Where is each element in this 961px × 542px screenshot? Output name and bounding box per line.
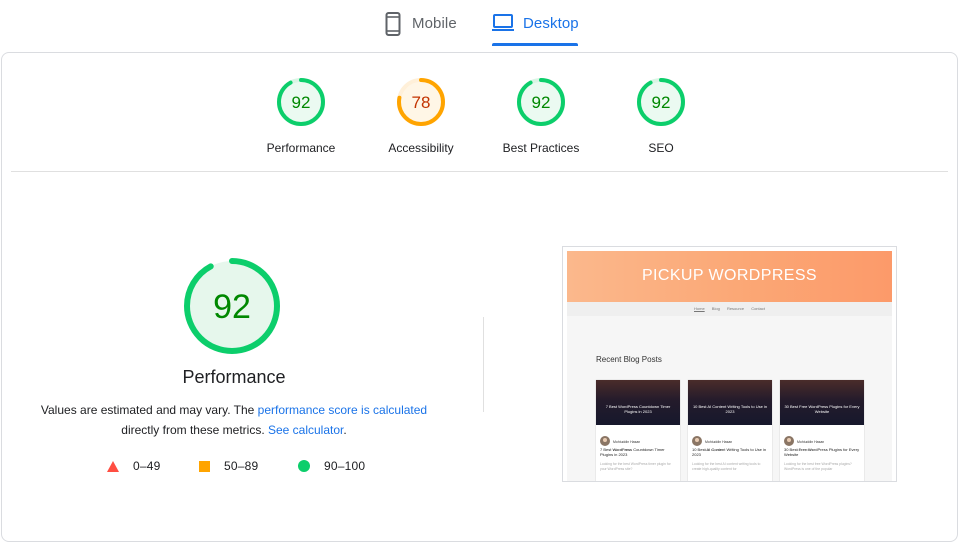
gauge-best-practices[interactable]: 92 Best Practices — [481, 77, 601, 155]
gauge-score: 92 — [652, 93, 671, 112]
tab-desktop-label: Desktop — [523, 15, 579, 32]
tab-mobile-label: Mobile — [412, 15, 457, 32]
post-heading: 30 Best Free WordPress Plugins for Every… — [784, 447, 860, 457]
post-card: 30 Best Free WordPress Plugins for Every… — [780, 380, 864, 481]
performance-title: Performance — [182, 367, 286, 387]
section-title: Recent Blog Posts — [596, 355, 662, 364]
post-image: 7 Best WordPress Countdown Timer Plugins… — [596, 380, 680, 425]
post-heading: 10 Best AI Content Writing Tools to Use … — [692, 447, 767, 457]
legend-average: 50–89 — [199, 459, 258, 473]
score-ring: 92 — [637, 78, 685, 126]
legend-fail: 0–49 — [107, 459, 161, 473]
laptop-icon — [492, 14, 514, 31]
legend-range: 50–89 — [224, 459, 259, 473]
performance-gauge-large: 92 — [182, 256, 282, 361]
author-name: Mohiuddin Hasan — [613, 440, 641, 444]
avatar — [692, 436, 702, 446]
menu-item: Contact — [751, 306, 765, 311]
red-triangle-icon — [107, 460, 119, 472]
score-ring: 92 — [517, 78, 565, 126]
gauge-score: 78 — [412, 93, 431, 112]
post-image-title: 7 Best WordPress Countdown Timer Plugins… — [605, 404, 671, 414]
post-image-title: 10 Best AI Content Writing Tools to Use … — [692, 404, 768, 414]
post-image: 30 Best Free WordPress Plugins for Every… — [780, 380, 864, 425]
tab-desktop[interactable]: Desktop — [492, 8, 579, 48]
see-calculator-link[interactable]: See calculator — [268, 423, 343, 437]
orange-square-icon — [199, 460, 210, 472]
desc-text-2: directly from these metrics. — [121, 423, 268, 437]
menu-item: Resource — [726, 306, 745, 311]
final-screenshot[interactable]: PICKUP WORDPRESS Home Blog Resource Cont… — [562, 246, 897, 482]
desc-suffix: . — [343, 423, 347, 437]
score-ring-large: 92 — [184, 258, 280, 354]
tab-mobile[interactable]: Mobile — [385, 8, 457, 48]
post-excerpt: Looking for the best AI content writing … — [692, 462, 761, 471]
post-image: 10 Best AI Content Writing Tools to Use … — [688, 380, 772, 425]
gauge-label: Performance — [266, 141, 336, 155]
site-title: PICKUP WORDPRESS — [641, 267, 818, 284]
gauge-performance[interactable]: 92 Performance — [241, 77, 361, 155]
post-excerpt: Looking for the best WordPress timer plu… — [600, 462, 671, 471]
gauge-score: 92 — [532, 93, 551, 112]
post-heading: 7 Best WordPress Countdown Timer Plugins… — [600, 447, 665, 457]
site-header: PICKUP WORDPRESS — [567, 251, 892, 302]
performance-description: Values are estimated and may vary. The p… — [2, 400, 466, 440]
menu-item: Home — [694, 306, 705, 311]
green-circle-icon — [298, 460, 310, 472]
gauge-label: SEO — [648, 141, 674, 155]
post-card: 10 Best AI Content Writing Tools to Use … — [688, 380, 772, 481]
avatar — [784, 436, 794, 446]
desc-text: Values are estimated and may vary. The — [40, 403, 258, 417]
legend-range: 90–100 — [324, 459, 366, 473]
section-divider — [11, 171, 948, 172]
category-gauges: 92 Performance 78 Accessibility 92 Best … — [2, 53, 957, 171]
smartphone-icon — [385, 12, 401, 36]
menu-item: Blog — [711, 306, 720, 311]
post-image-title: 30 Best Free WordPress Plugins for Every… — [784, 404, 860, 414]
post-excerpt: Looking for the best free WordPress plug… — [784, 462, 852, 471]
screenshot-page: PICKUP WORDPRESS Home Blog Resource Cont… — [567, 251, 892, 481]
gauge-label: Accessibility — [388, 141, 454, 155]
vertical-divider — [483, 317, 484, 412]
performance-score: 92 — [213, 288, 251, 326]
device-tabs: Mobile Desktop — [0, 0, 961, 52]
legend-range: 0–49 — [133, 459, 161, 473]
avatar — [600, 436, 610, 446]
score-legend: 0–49 50–89 90–100 — [2, 459, 466, 477]
gauge-score: 92 — [292, 93, 311, 112]
gauge-label: Best Practices — [502, 141, 580, 155]
active-tab-indicator — [492, 43, 578, 46]
author-name: Mohiuddin Hasan — [797, 440, 825, 444]
author-name: Mohiuddin Hasan — [705, 440, 733, 444]
score-ring: 78 — [397, 78, 445, 126]
post-card: 7 Best WordPress Countdown Timer Plugins… — [596, 380, 680, 481]
legend-pass: 90–100 — [298, 459, 365, 473]
site-menu: Home Blog Resource Contact — [567, 302, 892, 316]
performance-score-link[interactable]: performance score is calculated — [258, 403, 427, 417]
score-ring: 92 — [277, 78, 325, 126]
gauge-accessibility[interactable]: 78 Accessibility — [361, 77, 481, 155]
gauge-seo[interactable]: 92 SEO — [601, 77, 721, 155]
report-card: 92 Performance 78 Accessibility 92 Best … — [1, 52, 958, 542]
